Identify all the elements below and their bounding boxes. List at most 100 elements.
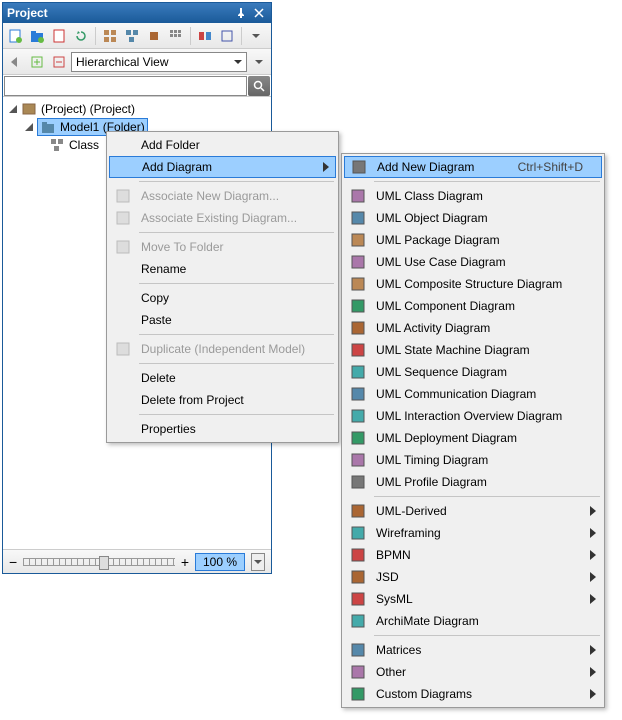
tb-tiles-icon[interactable] [166,26,186,46]
menu-item[interactable]: Matrices [344,639,602,661]
menu-item[interactable]: UML-Derived [344,500,602,522]
menu-item-icon [348,523,368,543]
menu-item[interactable]: UML Activity Diagram [344,317,602,339]
close-icon[interactable] [251,5,267,21]
menu-item[interactable]: UML Communication Diagram [344,383,602,405]
menu-item[interactable]: UML Sequence Diagram [344,361,602,383]
menu-item-icon [348,640,368,660]
menu-item-label: Rename [141,262,318,276]
menu-item-label: SysML [376,592,584,606]
menu-item-shortcut: Ctrl+Shift+D [518,160,583,174]
search-icon [253,80,265,92]
tb-minus-icon[interactable] [49,52,69,72]
menu-item-label: Other [376,665,584,679]
search-input[interactable] [4,76,247,96]
pin-icon[interactable] [233,5,249,21]
menu-item-label: UML Composite Structure Diagram [376,277,584,291]
menu-item[interactable]: UML Composite Structure Diagram [344,273,602,295]
tb-new-icon[interactable] [5,26,25,46]
tb-down2-icon[interactable] [249,52,269,72]
menu-item[interactable]: UML State Machine Diagram [344,339,602,361]
tb-refresh-icon[interactable] [71,26,91,46]
zoom-value[interactable]: 100 % [195,553,245,571]
menu-item[interactable]: Properties [109,418,336,440]
menu-item[interactable]: SysML [344,588,602,610]
submenu-arrow-icon [590,594,596,604]
tb-modules2-icon[interactable] [122,26,142,46]
menu-item-label: Paste [141,313,318,327]
menu-item-label: ArchiMate Diagram [376,614,584,628]
context-menu: Add FolderAdd Diagram Associate New Diagr… [106,131,339,443]
zoom-in-button[interactable]: + [181,554,189,570]
submenu-arrow-icon [590,667,596,677]
tb-modules1-icon[interactable] [100,26,120,46]
menu-item[interactable]: Copy [109,287,336,309]
menu-item[interactable]: UML Use Case Diagram [344,251,602,273]
tb-blocks-icon[interactable] [195,26,215,46]
menu-item-icon [348,362,368,382]
menu-item-label: Custom Diagrams [376,687,584,701]
menu-item[interactable]: Add Folder [109,134,336,156]
menu-item: Move To Folder [109,236,336,258]
menu-item[interactable]: Rename [109,258,336,280]
view-mode-select[interactable]: Hierarchical View [71,52,247,72]
menu-item[interactable]: JSD [344,566,602,588]
submenu-arrow-icon [323,162,329,172]
menu-item[interactable]: Delete [109,367,336,389]
submenu-arrow-icon [590,550,596,560]
tb-box-icon[interactable] [217,26,237,46]
menu-item[interactable]: UML Profile Diagram [344,471,602,493]
menu-item-icon [348,186,368,206]
menu-item[interactable]: UML Timing Diagram [344,449,602,471]
menu-item[interactable]: UML Deployment Diagram [344,427,602,449]
menu-item[interactable]: UML Package Diagram [344,229,602,251]
panel-title: Project [7,6,231,20]
zoom-dropdown-button[interactable] [251,553,265,571]
menu-item-icon [113,208,133,228]
search-button[interactable] [248,76,270,96]
menu-item-label: UML Class Diagram [376,189,584,203]
menu-item[interactable]: UML Interaction Overview Diagram [344,405,602,427]
expander-open-icon[interactable] [23,121,35,133]
menu-item[interactable]: Delete from Project [109,389,336,411]
zoom-out-button[interactable]: − [9,554,17,570]
tree-root-label: (Project) (Project) [41,102,135,116]
menu-item-icon [348,384,368,404]
toolbar-main [3,23,271,49]
folder-icon [40,119,56,135]
menu-item-icon [114,157,134,177]
tb-open-icon[interactable] [27,26,47,46]
menu-item-label: Associate New Diagram... [141,189,318,203]
tb-modules3-icon[interactable] [144,26,164,46]
menu-item-icon [348,230,368,250]
menu-item[interactable]: Other [344,661,602,683]
menu-item-icon [113,310,133,330]
tree-root[interactable]: (Project) (Project) [3,100,271,118]
tb-down-icon[interactable] [246,26,266,46]
tb-doc-icon[interactable] [49,26,69,46]
menu-item[interactable]: BPMN [344,544,602,566]
menu-item[interactable]: ArchiMate Diagram [344,610,602,632]
slider-thumb-icon[interactable] [99,556,109,570]
menu-item-label: Properties [141,422,318,436]
expander-open-icon[interactable] [7,103,19,115]
menu-item-label: Delete from Project [141,393,318,407]
menu-item[interactable]: UML Class Diagram [344,185,602,207]
menu-item-label: Associate Existing Diagram... [141,211,318,225]
menu-item-label: UML Interaction Overview Diagram [376,409,584,423]
menu-item[interactable]: Add New DiagramCtrl+Shift+D [344,156,602,178]
toolbar-view: Hierarchical View [3,49,271,75]
tb-plus-icon[interactable] [27,52,47,72]
menu-item-label: UML Use Case Diagram [376,255,584,269]
zoom-slider[interactable] [23,558,175,566]
menu-item[interactable]: Add Diagram [109,156,336,178]
menu-item-label: UML Profile Diagram [376,475,584,489]
menu-item-label: Matrices [376,643,584,657]
menu-item[interactable]: Custom Diagrams [344,683,602,705]
menu-item-label: Delete [141,371,318,385]
menu-item[interactable]: UML Object Diagram [344,207,602,229]
menu-item[interactable]: Paste [109,309,336,331]
tb-back-icon[interactable] [5,52,25,72]
menu-item[interactable]: Wireframing [344,522,602,544]
menu-item[interactable]: UML Component Diagram [344,295,602,317]
